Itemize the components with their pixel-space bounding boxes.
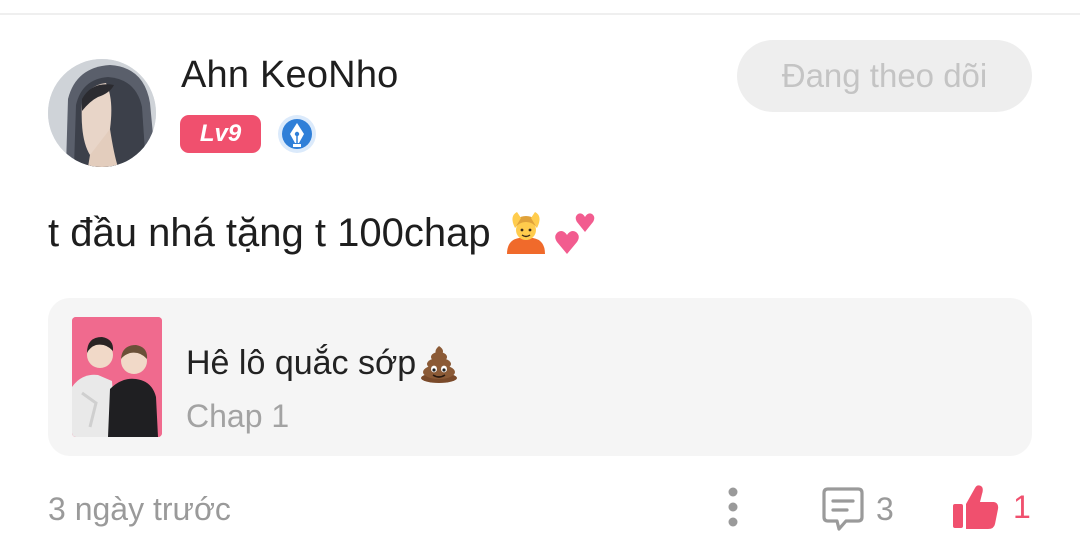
pen-nib-badge-icon bbox=[277, 114, 317, 154]
pile-of-poo-emoji bbox=[418, 342, 460, 384]
comment-body: t đầu nhá tặng t 100chap bbox=[48, 210, 599, 256]
like-count: 1 bbox=[1013, 488, 1031, 525]
reply-count: 3 bbox=[876, 490, 894, 527]
manga-cover-image[interactable] bbox=[72, 317, 162, 437]
avatar[interactable] bbox=[48, 59, 156, 167]
comment-icon bbox=[822, 487, 864, 531]
more-options-button[interactable] bbox=[718, 484, 748, 530]
manga-chapter[interactable]: Chap 1 bbox=[186, 398, 289, 435]
two-hearts-emoji bbox=[553, 210, 599, 256]
level-badge: Lv9 bbox=[180, 115, 261, 153]
reply-button[interactable]: 3 bbox=[818, 484, 894, 534]
manga-card[interactable]: Hê lô quắc sớp Chap 1 bbox=[48, 298, 1032, 456]
person-gesturing-ok-emoji bbox=[503, 210, 549, 256]
manga-title-text: Hê lô quắc sớp bbox=[186, 343, 417, 382]
manga-title[interactable]: Hê lô quắc sớp bbox=[186, 342, 460, 384]
timestamp: 3 ngày trước bbox=[48, 491, 231, 527]
username[interactable]: Ahn KeoNho bbox=[181, 54, 399, 97]
more-vertical-icon bbox=[728, 487, 738, 527]
like-button[interactable]: 1 bbox=[951, 482, 1031, 532]
comment-text: t đầu nhá tặng t 100chap bbox=[48, 210, 491, 255]
follow-button[interactable]: Đang theo dõi bbox=[737, 40, 1032, 112]
top-divider bbox=[0, 13, 1080, 15]
thumbs-up-icon bbox=[953, 485, 999, 529]
